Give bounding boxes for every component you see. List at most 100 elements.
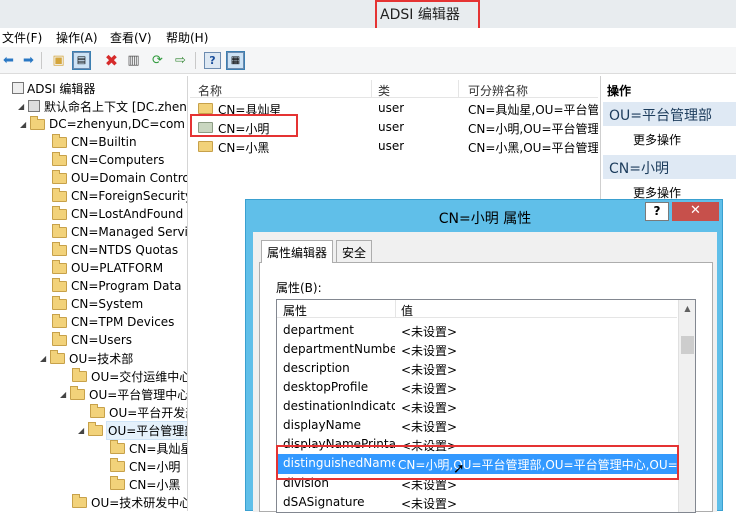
tree-node-label: CN=Users — [71, 333, 133, 347]
tree-node[interactable]: CN=Program Data — [42, 277, 182, 295]
up-folder-icon[interactable]: ▣ — [50, 52, 67, 69]
column-header-name[interactable]: 名称 — [198, 82, 222, 99]
table-row[interactable]: desktopProfile <未设置> — [277, 378, 677, 397]
tree-node[interactable]: OU=技术研发中心 — [62, 493, 187, 511]
close-button[interactable]: ✕ — [672, 202, 719, 221]
tree-node[interactable]: ◢ OU=平台管理中心 — [60, 385, 187, 403]
tree-node-label: CN=System — [71, 297, 144, 311]
table-row[interactable]: departmentNumber <未设置> — [277, 340, 677, 359]
attribute-value: <未设置> — [401, 420, 458, 434]
folder-icon — [52, 259, 67, 274]
more-actions-link[interactable]: 更多操作 — [633, 131, 681, 148]
tree-node[interactable]: CN=小黑 — [100, 475, 180, 493]
tree-node[interactable]: OU=PLATFORM — [42, 259, 163, 277]
tree-node[interactable]: CN=Computers — [42, 151, 164, 169]
folder-icon — [110, 475, 125, 490]
action-pane-icon[interactable]: ▦ — [226, 51, 245, 70]
tree-node-selected[interactable]: ◢ OU=平台管理部 — [78, 420, 187, 440]
adsi-editor-icon — [12, 82, 24, 94]
forward-arrow-icon[interactable]: ➡ — [20, 52, 37, 69]
column-header-value[interactable]: 值 — [401, 302, 413, 319]
tree-node[interactable]: CN=NTDS Quotas — [42, 241, 178, 259]
column-header-class[interactable]: 类 — [378, 82, 390, 99]
tree-node[interactable]: ◢ OU=技术部 — [40, 349, 133, 367]
folder-icon — [198, 103, 213, 114]
column-separator[interactable] — [458, 80, 459, 98]
attribute-name: department — [283, 323, 354, 337]
tree-node-label: 默认命名上下文 [DC.zhenyun.com] — [44, 99, 187, 114]
tree-node[interactable]: CN=LostAndFound — [42, 205, 183, 223]
tree-node-label: CN=Builtin — [71, 135, 137, 149]
tree-node[interactable]: OU=平台开发部 — [80, 403, 187, 421]
tree-node-label: CN=Program Data — [71, 279, 182, 293]
tab-security[interactable]: 安全 — [336, 240, 373, 262]
delete-icon[interactable]: ✖ — [103, 51, 120, 70]
grid-header: 属性 值 — [277, 300, 677, 318]
attribute-value: <未设置> — [401, 497, 458, 511]
tree-node[interactable]: CN=小明 — [100, 457, 180, 475]
tree-node[interactable]: CN=System — [42, 295, 143, 313]
table-row[interactable]: department <未设置> — [277, 321, 677, 340]
table-row[interactable]: description <未设置> — [277, 359, 677, 378]
expand-arrow-icon[interactable]: ◢ — [18, 102, 28, 111]
folder-icon — [52, 241, 67, 256]
tree-node-label: OU=交付运维中心 — [91, 369, 188, 384]
column-separator[interactable] — [395, 300, 396, 318]
naming-context-icon — [28, 100, 40, 112]
tree-node[interactable]: OU=Domain Controllers — [42, 169, 187, 187]
actions-section-header[interactable]: OU=平台管理部 — [603, 102, 736, 126]
menu-view[interactable]: 查看(V) — [110, 29, 152, 46]
vertical-scrollbar[interactable]: ▲ — [678, 300, 695, 512]
list-item-dn: CN=小明,OU=平台管理部 — [468, 122, 598, 136]
scrollbar-thumb[interactable] — [681, 336, 694, 354]
list-item[interactable]: CN=小黑 user CN=小黑,OU=平台管理部 — [190, 137, 598, 156]
expand-arrow-icon[interactable]: ◢ — [60, 390, 70, 399]
menu-action[interactable]: 操作(A) — [56, 29, 98, 46]
export-list-icon[interactable]: ⇨ — [172, 52, 189, 69]
attribute-value: <未设置> — [401, 325, 458, 339]
list-item-class: user — [378, 101, 405, 115]
folder-icon — [110, 457, 125, 472]
column-header-dn[interactable]: 可分辨名称 — [468, 82, 528, 99]
attribute-name: dSASignature — [283, 495, 365, 509]
tree-node[interactable]: OU=交付运维中心 — [62, 367, 188, 385]
column-separator[interactable] — [371, 80, 372, 98]
menu-file[interactable]: 文件(F) — [2, 29, 42, 46]
scroll-up-arrow-icon[interactable]: ▲ — [679, 300, 695, 317]
column-header-attribute[interactable]: 属性 — [283, 302, 307, 319]
help-icon[interactable]: ? — [204, 52, 221, 69]
actions-section-header[interactable]: CN=小明 — [603, 155, 736, 179]
expand-arrow-icon[interactable]: ◢ — [20, 120, 30, 129]
menu-help[interactable]: 帮助(H) — [166, 29, 208, 46]
tree-node[interactable]: ADSI 编辑器 — [2, 79, 95, 97]
tree-node-label: OU=PLATFORM — [71, 261, 164, 275]
attribute-value: <未设置> — [401, 401, 458, 415]
attribute-value: <未设置> — [401, 363, 458, 377]
folder-icon — [30, 115, 45, 130]
tree-node-label: CN=NTDS Quotas — [71, 243, 179, 257]
folder-icon — [198, 141, 213, 152]
folder-icon — [70, 385, 85, 400]
back-arrow-icon[interactable]: ⬅ — [0, 52, 17, 69]
folder-icon — [52, 277, 67, 292]
table-row[interactable]: displayName <未设置> — [277, 416, 677, 435]
help-button[interactable]: ? — [645, 202, 669, 221]
expand-arrow-icon[interactable]: ◢ — [78, 426, 88, 435]
show-hide-tree-icon[interactable]: ▤ — [72, 51, 91, 70]
table-row[interactable]: dSASignature <未设置> — [277, 493, 677, 512]
tree-node[interactable]: CN=Builtin — [42, 133, 137, 151]
tree-node[interactable]: ◢ DC=zhenyun,DC=com — [20, 115, 185, 133]
table-row[interactable]: destinationIndicator <未设置> — [277, 397, 677, 416]
tree-node[interactable]: ◢ 默认命名上下文 [DC.zhenyun.com] — [18, 97, 187, 115]
tree-node[interactable]: CN=Users — [42, 331, 132, 349]
tree-node[interactable]: CN=具灿星 — [100, 439, 187, 457]
tree-node[interactable]: CN=Managed Service Accounts — [42, 223, 187, 241]
tree-node[interactable]: CN=TPM Devices — [42, 313, 174, 331]
tab-attribute-editor[interactable]: 属性编辑器 — [261, 240, 334, 263]
actions-section-label: CN=小明 — [609, 161, 669, 177]
tree-node[interactable]: CN=ForeignSecurityPrincipals — [42, 187, 187, 205]
expand-arrow-icon[interactable]: ◢ — [40, 354, 50, 363]
attribute-name: displayName — [283, 418, 362, 432]
refresh-icon[interactable]: ⟳ — [149, 52, 166, 69]
properties-icon[interactable]: ▥ — [125, 52, 142, 69]
